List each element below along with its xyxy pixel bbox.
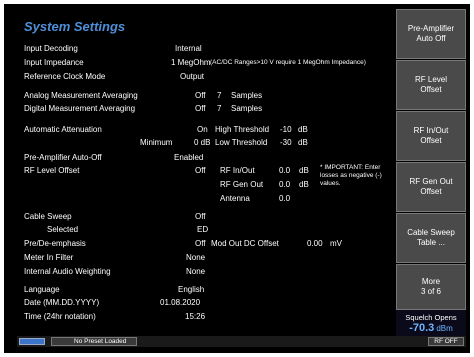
input-impedance-note: (AC/DC Ranges>10 V require 1 MegOhm Impe… xyxy=(210,59,366,66)
selected-value[interactable]: ED xyxy=(197,225,208,235)
rf-in-out-unit: dB xyxy=(299,166,309,175)
high-threshold-value[interactable]: -10 xyxy=(280,125,292,135)
language-value[interactable]: English xyxy=(178,285,204,295)
analog-averaging-count[interactable]: 7 xyxy=(217,91,221,101)
squelch-label: Squelch Opens xyxy=(405,313,457,322)
analog-averaging-label: Analog Measurement Averaging xyxy=(24,91,138,100)
input-decoding-label: Input Decoding xyxy=(24,44,78,53)
softkey-rf-level-offset[interactable]: RF Level Offset xyxy=(396,60,466,110)
reference-clock-label: Reference Clock Mode xyxy=(24,72,106,81)
antenna-value[interactable]: 0.0 xyxy=(279,194,290,204)
automatic-attenuation-value[interactable]: On xyxy=(197,125,208,135)
antenna-label: Antenna xyxy=(220,194,250,203)
digital-averaging-value[interactable]: Off xyxy=(195,104,206,114)
date-label: Date (MM.DD.YYYY) xyxy=(24,298,100,307)
mod-out-dc-offset-value[interactable]: 0.00 xyxy=(307,239,323,249)
meter-in-filter-label: Meter In Filter xyxy=(24,253,74,262)
time-label: Time (24hr notation) xyxy=(24,312,96,321)
rf-gen-out-value[interactable]: 0.0 xyxy=(279,180,290,190)
preamp-auto-off-value[interactable]: Enabled xyxy=(174,153,203,163)
mod-out-dc-offset-label: Mod Out DC Offset xyxy=(211,239,279,248)
analog-averaging-value[interactable]: Off xyxy=(195,91,206,101)
rf-in-out-label: RF In/Out xyxy=(220,166,255,175)
selected-label: Selected xyxy=(47,225,79,234)
battery-icon xyxy=(19,338,45,345)
language-label: Language xyxy=(24,285,60,294)
low-threshold-label: Low Threshold xyxy=(215,138,268,147)
important-note: * IMPORTANT: Enter losses as negative (-… xyxy=(320,164,382,187)
squelch-unit: dBm xyxy=(436,324,453,333)
softkey-rf-gen-out-offset[interactable]: RF Gen Out Offset xyxy=(396,162,466,212)
digital-averaging-count[interactable]: 7 xyxy=(217,104,221,114)
page-title: System Settings xyxy=(24,19,126,34)
pre-de-emphasis-label: Pre/De-emphasis xyxy=(24,239,86,248)
squelch-value: -70.3 xyxy=(409,322,435,334)
rf-in-out-value[interactable]: 0.0 xyxy=(279,166,290,176)
rf-status-badge[interactable]: RF OFF xyxy=(428,337,464,346)
preset-status: No Preset Loaded xyxy=(51,337,137,346)
cable-sweep-value[interactable]: Off xyxy=(195,212,206,222)
minimum-label: Minimum xyxy=(140,138,173,147)
digital-averaging-unit: Samples xyxy=(231,104,263,113)
time-value[interactable]: 15:26 xyxy=(185,312,205,322)
preamp-auto-off-label: Pre-Amplifier Auto-Off xyxy=(24,153,102,162)
instrument-screen: System Settings Input Decoding Internal … xyxy=(4,4,470,353)
automatic-attenuation-label: Automatic Attenuation xyxy=(24,125,102,134)
system-settings-panel: System Settings Input Decoding Internal … xyxy=(17,9,395,335)
status-bar: No Preset Loaded RF OFF xyxy=(17,336,466,347)
digital-averaging-label: Digital Measurement Averaging xyxy=(24,104,136,113)
meter-in-filter-value[interactable]: None xyxy=(186,253,205,263)
softkey-preamp-auto-off[interactable]: Pre-Amplifier Auto Off xyxy=(396,9,466,59)
rf-gen-out-unit: dB xyxy=(299,180,309,189)
cable-sweep-label: Cable Sweep xyxy=(24,212,72,221)
rf-gen-out-label: RF Gen Out xyxy=(220,180,264,189)
mod-out-dc-offset-unit: mV xyxy=(330,239,342,248)
input-decoding-value[interactable]: Internal xyxy=(175,44,202,54)
softkey-more[interactable]: More 3 of 6 xyxy=(396,264,466,310)
minimum-value[interactable]: 0 dB xyxy=(194,138,210,148)
audio-weighting-value[interactable]: None xyxy=(186,267,205,277)
analog-averaging-unit: Samples xyxy=(231,91,263,100)
softkey-cable-sweep-table[interactable]: Cable Sweep Table ... xyxy=(396,213,466,263)
rf-level-offset-value[interactable]: Off xyxy=(195,166,206,176)
audio-weighting-label: Internal Audio Weighting xyxy=(24,267,111,276)
high-threshold-unit: dB xyxy=(298,125,308,134)
softkey-rf-in-out-offset[interactable]: RF In/Out Offset xyxy=(396,111,466,161)
input-impedance-value[interactable]: 1 MegOhm xyxy=(171,58,211,68)
date-value[interactable]: 01.08.2020 xyxy=(160,298,200,308)
reference-clock-value[interactable]: Output xyxy=(180,72,204,82)
low-threshold-unit: dB xyxy=(298,138,308,147)
input-impedance-label: Input Impedance xyxy=(24,58,84,67)
rf-level-offset-label: RF Level Offset xyxy=(24,166,80,175)
high-threshold-label: High Threshold xyxy=(215,125,270,134)
pre-de-emphasis-value[interactable]: Off xyxy=(195,239,206,249)
low-threshold-value[interactable]: -30 xyxy=(280,138,292,148)
